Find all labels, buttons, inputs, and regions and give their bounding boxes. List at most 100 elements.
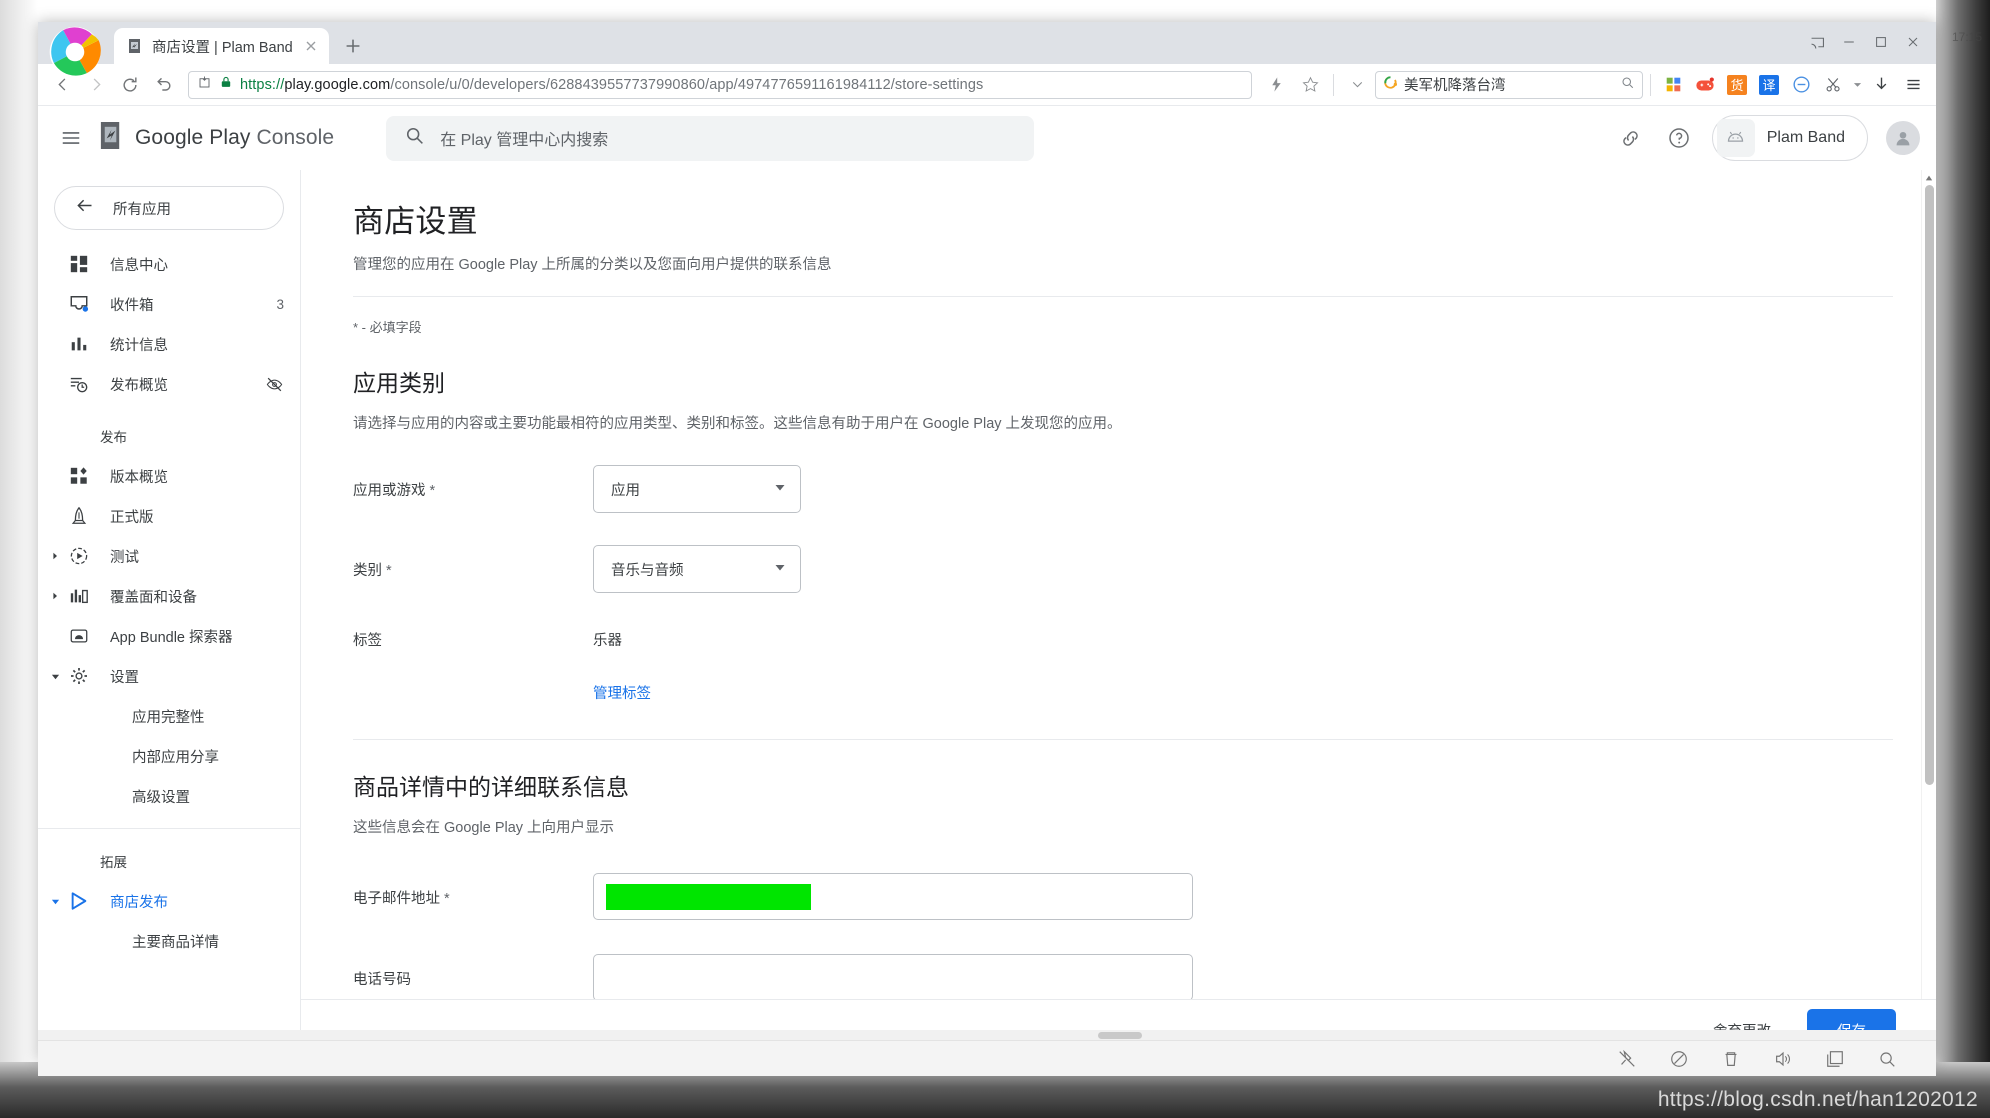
chevron-down-icon[interactable] bbox=[49, 670, 61, 682]
maximize-icon[interactable] bbox=[1866, 28, 1896, 56]
scrollbar-thumb[interactable] bbox=[1925, 185, 1934, 785]
form-row-category: 类别 * 音乐与音频 bbox=[353, 545, 1936, 593]
sidebar-label: 内部应用分享 bbox=[132, 749, 219, 766]
help-circle-icon[interactable] bbox=[1664, 123, 1694, 153]
sidebar-label: 发布概览 bbox=[110, 377, 168, 394]
reload-icon[interactable] bbox=[114, 69, 146, 101]
search-icon[interactable] bbox=[1876, 1048, 1898, 1070]
window-close-icon[interactable] bbox=[1898, 28, 1928, 56]
android-icon bbox=[1716, 119, 1755, 157]
chevron-right-icon[interactable] bbox=[49, 590, 61, 602]
play-console-favicon-icon bbox=[126, 37, 144, 55]
phone-input[interactable] bbox=[593, 954, 1193, 1001]
select-app-or-game[interactable]: 应用 bbox=[593, 465, 801, 513]
install-app-icon[interactable] bbox=[197, 75, 212, 95]
pin-off-icon[interactable] bbox=[1616, 1048, 1638, 1070]
trash-icon[interactable] bbox=[1720, 1048, 1742, 1070]
menu-icon[interactable] bbox=[48, 115, 94, 161]
tab-close-icon[interactable] bbox=[301, 36, 321, 56]
downloads-icon[interactable] bbox=[1866, 70, 1896, 100]
sidebar-item-main-store-listing[interactable]: 主要商品详情 bbox=[38, 921, 300, 961]
sidebar-item-settings[interactable]: 设置 bbox=[38, 656, 300, 696]
sidebar-item-internal-app-sharing[interactable]: 内部应用分享 bbox=[38, 736, 300, 776]
browser-tab[interactable]: 商店设置 | Plam Band bbox=[114, 28, 329, 64]
sogou-icon bbox=[1383, 75, 1398, 95]
gear-icon bbox=[68, 665, 90, 687]
app-selector-chip[interactable]: Plam Band bbox=[1711, 115, 1868, 161]
play-circle-icon bbox=[68, 545, 90, 567]
scissors-dropdown-icon[interactable] bbox=[1850, 69, 1864, 101]
undo-icon[interactable] bbox=[148, 69, 180, 101]
google-play-icon bbox=[68, 890, 90, 912]
lightning-icon[interactable] bbox=[1260, 69, 1292, 101]
sidebar-item-dashboard[interactable]: 信息中心 bbox=[38, 244, 300, 284]
sidebar-item-advanced-settings[interactable]: 高级设置 bbox=[38, 776, 300, 816]
search-icon[interactable] bbox=[1620, 75, 1635, 95]
sidebar-item-release-overview[interactable]: 版本概览 bbox=[38, 456, 300, 496]
translate-extension-icon[interactable]: 译 bbox=[1754, 70, 1784, 100]
sidebar-item-app-integrity[interactable]: 应用完整性 bbox=[38, 696, 300, 736]
console-search-placeholder: 在 Play 管理中心内搜索 bbox=[440, 132, 609, 149]
address-bar[interactable]: https://play.google.com/console/u/0/deve… bbox=[188, 70, 1252, 99]
new-tab-button[interactable] bbox=[338, 31, 368, 61]
sidebar-item-production[interactable]: 正式版 bbox=[38, 496, 300, 536]
window-icon[interactable] bbox=[1824, 1048, 1846, 1070]
star-icon[interactable] bbox=[1294, 69, 1326, 101]
inbox-icon bbox=[68, 293, 90, 315]
minimize-icon[interactable] bbox=[1834, 28, 1864, 56]
content-scrollbar[interactable] bbox=[1921, 170, 1936, 1061]
console-header-actions: Plam Band bbox=[1616, 115, 1920, 161]
all-apps-button[interactable]: 所有应用 bbox=[54, 186, 284, 230]
form-row-email: 电子邮件地址 * bbox=[353, 873, 1936, 920]
console-brand[interactable]: Google Play Console bbox=[98, 121, 334, 155]
store-settings-page: 商店设置 管理您的应用在 Google Play 上所属的分类以及您面向用户提供… bbox=[301, 170, 1936, 1061]
label-tags: 标签 bbox=[353, 629, 593, 650]
label-text: 类别 bbox=[353, 563, 382, 579]
screenshot-scissors-icon[interactable] bbox=[1818, 70, 1848, 100]
volume-icon[interactable] bbox=[1772, 1048, 1794, 1070]
url-text: https://play.google.com/console/u/0/deve… bbox=[240, 77, 1243, 93]
release-overview-icon bbox=[68, 465, 90, 487]
screenshot-edge-top bbox=[0, 0, 1990, 22]
sidebar-item-publishing-overview[interactable]: 发布概览 bbox=[38, 364, 300, 404]
game-controller-extension-icon[interactable] bbox=[1690, 70, 1720, 100]
rocket-icon bbox=[68, 505, 90, 527]
chevron-down-icon[interactable] bbox=[49, 895, 61, 907]
cast-icon[interactable] bbox=[1802, 28, 1832, 56]
sidebar-item-store-presence[interactable]: 商店发布 bbox=[38, 881, 300, 921]
chevron-down-icon bbox=[774, 480, 786, 498]
console-search-input[interactable]: 在 Play 管理中心内搜索 bbox=[386, 115, 1035, 161]
sidebar-item-testing[interactable]: 测试 bbox=[38, 536, 300, 576]
select-category[interactable]: 音乐与音频 bbox=[593, 545, 801, 593]
account-avatar-icon[interactable] bbox=[1886, 121, 1920, 155]
chevron-down-icon[interactable] bbox=[1341, 69, 1373, 101]
sidebar-item-app-bundle-explorer[interactable]: App Bundle 探索器 bbox=[38, 616, 300, 656]
inbox-badge-count: 3 bbox=[276, 296, 284, 312]
no-entry-icon[interactable] bbox=[1668, 1048, 1690, 1070]
chevron-right-icon[interactable] bbox=[49, 550, 61, 562]
chrome-menu-icon[interactable] bbox=[1898, 70, 1928, 100]
huo-extension-icon[interactable]: 货 bbox=[1722, 70, 1752, 100]
label-phone: 电话号码 bbox=[353, 954, 593, 989]
link-icon[interactable] bbox=[1616, 123, 1646, 153]
apps-grid-extension-icon[interactable] bbox=[1658, 70, 1688, 100]
search-icon bbox=[404, 125, 425, 151]
url-path: /console/u/0/developers/6288439557737990… bbox=[390, 76, 984, 93]
browser-horizontal-scrollbar[interactable] bbox=[38, 1030, 1936, 1040]
sidebar-label: 信息中心 bbox=[110, 257, 168, 274]
email-input[interactable] bbox=[593, 873, 1193, 920]
lock-icon[interactable] bbox=[219, 75, 233, 94]
sidebar-item-statistics[interactable]: 统计信息 bbox=[38, 324, 300, 364]
console-body: 所有应用 信息中心 收件箱 3 统计信息 发布概览 发布 版本概览 正式版 测试… bbox=[38, 170, 1936, 1061]
scroll-up-arrow-icon[interactable] bbox=[1922, 170, 1936, 185]
sidebar-item-inbox[interactable]: 收件箱 3 bbox=[38, 284, 300, 324]
adblock-extension-icon[interactable] bbox=[1786, 70, 1816, 100]
search-query-text: 美军机降落台湾 bbox=[1404, 78, 1506, 94]
toolbar-divider-2 bbox=[1650, 73, 1651, 96]
page-title: 商店设置 bbox=[353, 204, 478, 239]
sidebar-item-reach-and-devices[interactable]: 覆盖面和设备 bbox=[38, 576, 300, 616]
horizontal-scrollbar-thumb[interactable] bbox=[1098, 1032, 1142, 1039]
label-app-or-game: 应用或游戏 * bbox=[353, 465, 593, 500]
manage-tags-link[interactable]: 管理标签 bbox=[593, 682, 651, 703]
search-engine-box[interactable]: 美军机降落台湾 bbox=[1375, 70, 1643, 99]
